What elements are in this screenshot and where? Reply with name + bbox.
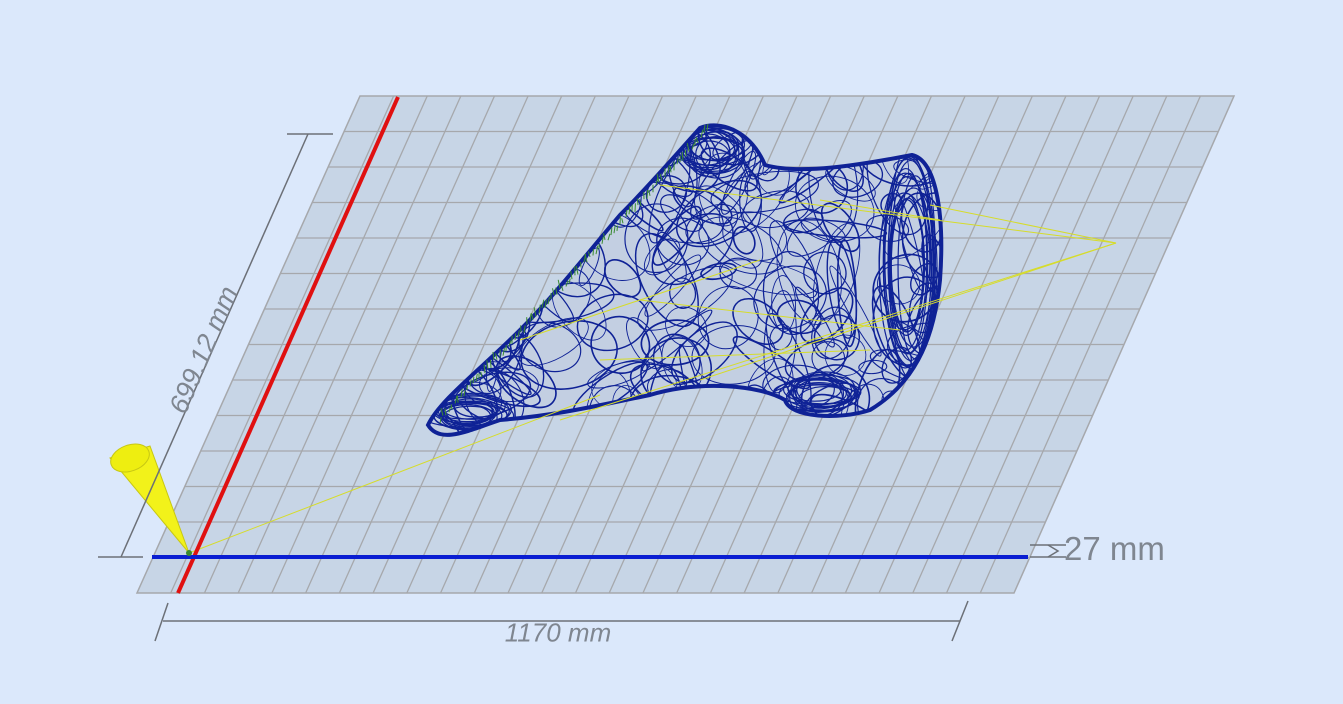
support-tick: [514, 333, 517, 340]
support-tick: [592, 249, 594, 256]
support-tick: [646, 190, 649, 199]
height-dimension-label: 27 mm: [1064, 530, 1165, 567]
support-tick: [669, 165, 672, 173]
3d-viewport[interactable]: 699.12 mm 1170 mm 27 mm: [0, 0, 1343, 704]
support-tick: [616, 225, 618, 231]
height-dimension-tick: [1030, 544, 1066, 558]
support-tick: [636, 198, 639, 206]
width-dimension-label: 1170 mm: [504, 617, 612, 648]
support-tick: [490, 359, 492, 369]
support-tick: [456, 395, 459, 403]
